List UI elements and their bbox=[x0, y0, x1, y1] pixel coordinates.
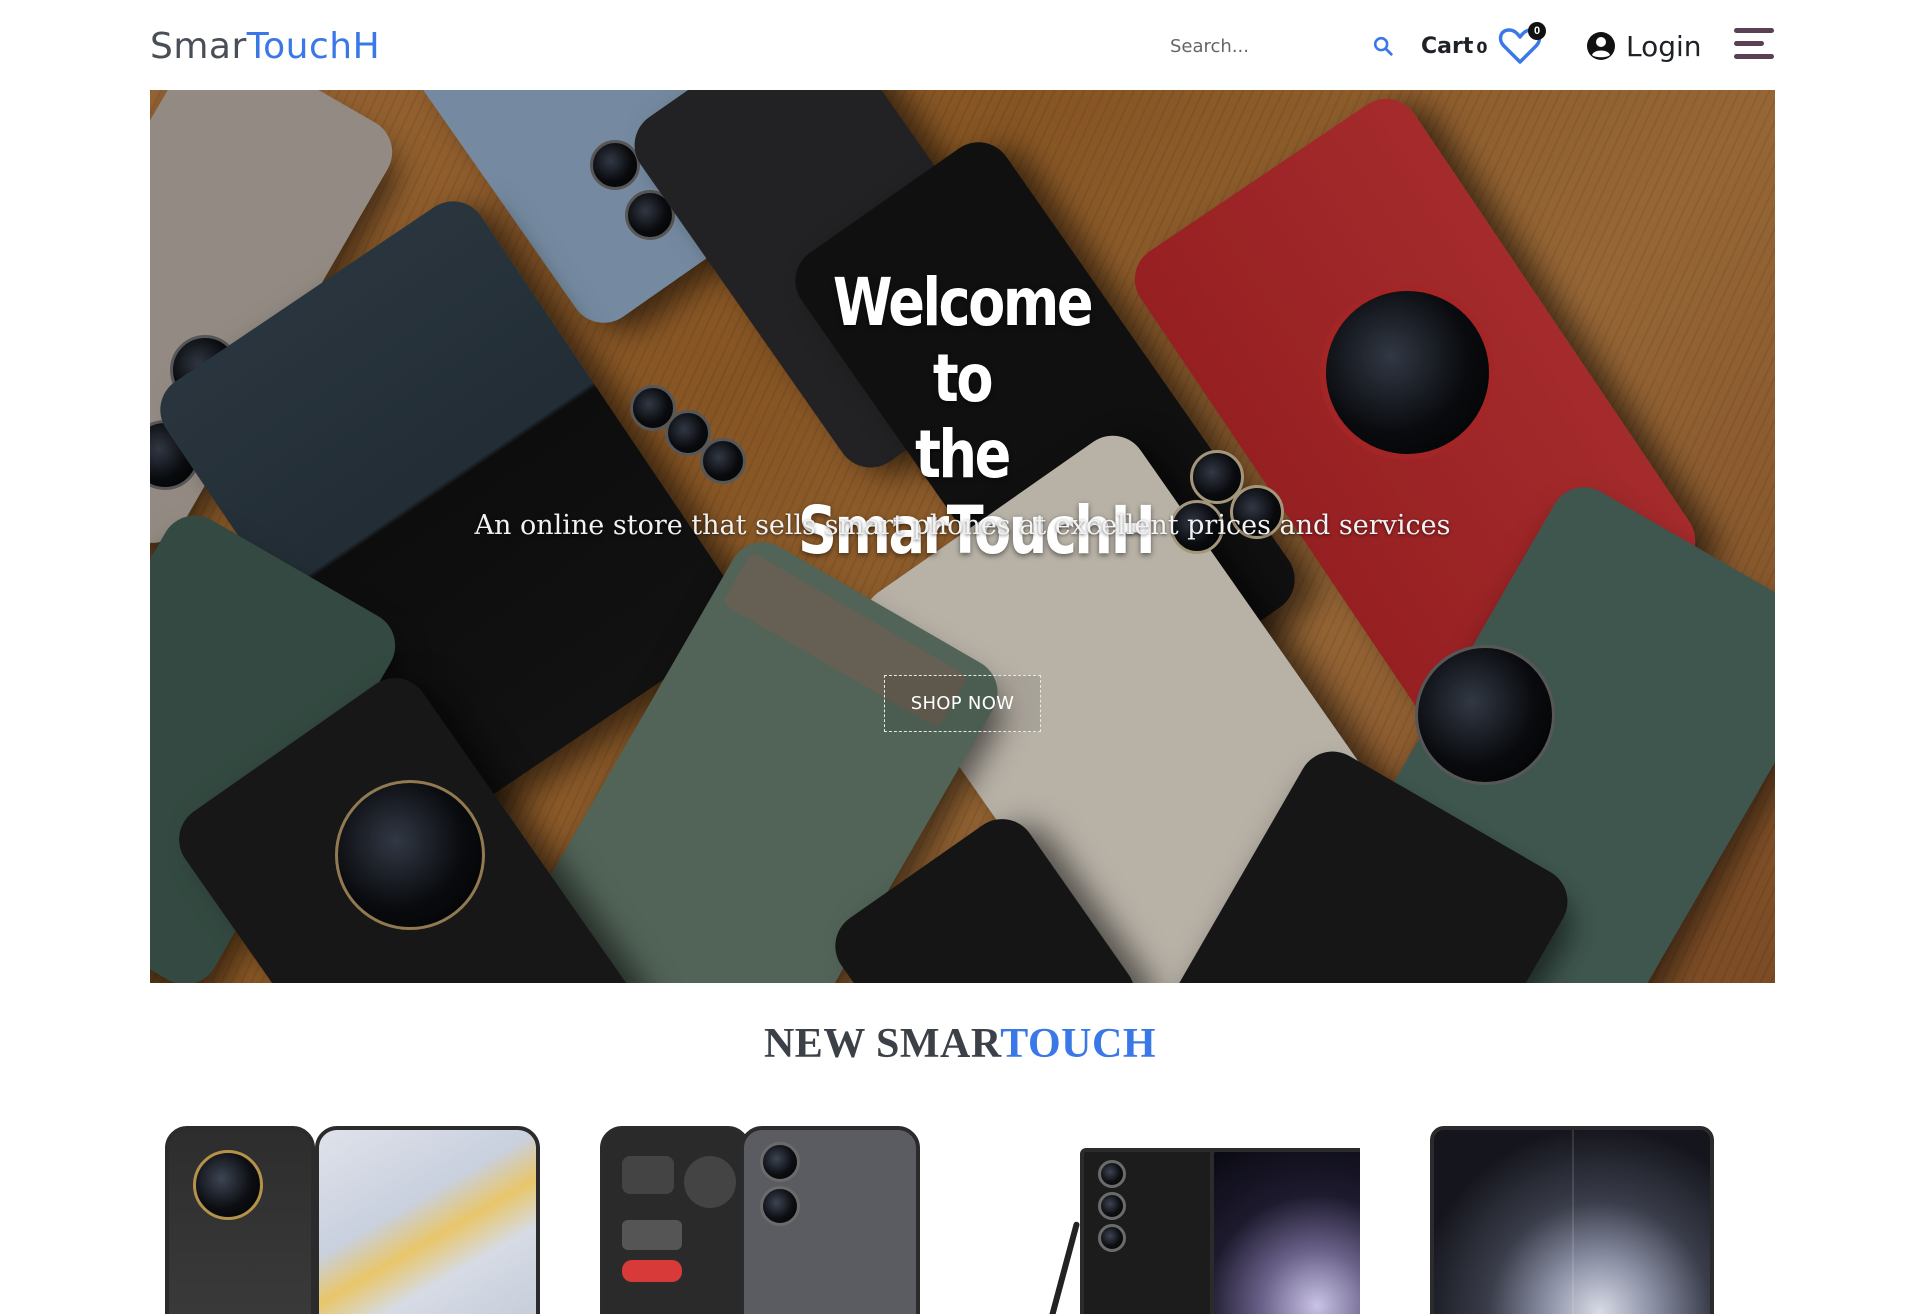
hero-title-line: the bbox=[915, 416, 1011, 493]
section-title-part-2: TOUCH bbox=[1000, 1021, 1157, 1067]
product-grid bbox=[150, 1120, 1775, 1314]
hamburger-menu-icon[interactable] bbox=[1734, 26, 1776, 62]
menu-line bbox=[1734, 41, 1764, 46]
new-section-title: NEW SMARTOUCH bbox=[0, 1020, 1920, 1068]
product-card[interactable] bbox=[600, 1120, 920, 1314]
product-card[interactable] bbox=[1030, 1120, 1360, 1314]
camera-lens bbox=[1098, 1192, 1126, 1220]
site-header: SmarTouchH Cart 0 0 Login bbox=[150, 0, 1774, 90]
search-button[interactable] bbox=[1368, 32, 1398, 62]
logo-part-1: Smar bbox=[150, 26, 247, 67]
product-widget bbox=[622, 1260, 682, 1282]
hero-title-line: Welcome to bbox=[832, 264, 1094, 417]
hero-subtitle: An online store that sells smart phones … bbox=[474, 510, 1451, 541]
camera-lens bbox=[1098, 1160, 1126, 1188]
product-card[interactable] bbox=[1430, 1120, 1730, 1314]
camera-lens bbox=[193, 1150, 263, 1220]
logo-part-2: TouchH bbox=[246, 26, 381, 67]
user-circle-icon bbox=[1587, 32, 1615, 60]
menu-line bbox=[1734, 28, 1774, 33]
hero-banner: Welcome to the SmarTouchH An online stor… bbox=[150, 90, 1775, 983]
product-widget bbox=[622, 1220, 682, 1250]
menu-line bbox=[1734, 54, 1774, 59]
search-icon bbox=[1373, 36, 1393, 56]
product-widget bbox=[684, 1156, 736, 1208]
product-image bbox=[1210, 1148, 1360, 1314]
section-title-part-1: NEW SMAR bbox=[763, 1021, 1001, 1067]
camera-lens bbox=[760, 1142, 800, 1182]
fold-crease bbox=[1572, 1130, 1574, 1314]
site-logo[interactable]: SmarTouchH bbox=[150, 26, 380, 68]
cart-label: Cart bbox=[1421, 33, 1474, 59]
product-image bbox=[315, 1126, 540, 1314]
search-input[interactable] bbox=[1170, 28, 1310, 64]
product-card[interactable] bbox=[165, 1120, 540, 1314]
wishlist-count-badge: 0 bbox=[1528, 22, 1546, 40]
cart-link[interactable]: Cart 0 bbox=[1421, 30, 1488, 62]
camera-lens bbox=[760, 1186, 800, 1226]
camera-lens bbox=[1098, 1224, 1126, 1252]
product-widget bbox=[622, 1156, 674, 1194]
login-label: Login bbox=[1626, 29, 1702, 63]
s-pen bbox=[1045, 1221, 1081, 1314]
login-link[interactable]: Login bbox=[1586, 26, 1702, 66]
shop-now-button[interactable]: SHOP NOW bbox=[884, 675, 1041, 732]
cart-count: 0 bbox=[1476, 38, 1488, 57]
wishlist-button[interactable]: 0 bbox=[1498, 22, 1550, 64]
